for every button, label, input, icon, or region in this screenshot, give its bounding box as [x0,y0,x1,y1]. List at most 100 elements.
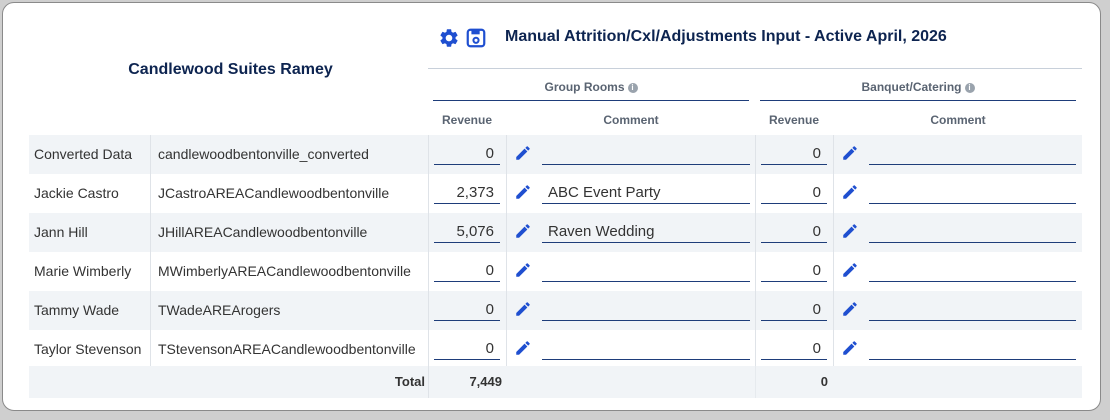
row-username: JCastroAREACandlewoodbentonville [158,185,390,201]
table-row: Marie Wimberly MWimberlyAREACandlewoodben… [29,252,1082,291]
bq-comment-input[interactable] [869,260,1076,282]
row-username: TStevensonAREACandlewoodbentonville [158,341,416,357]
page-title: Manual Attrition/Cxl/Adjustments Input -… [505,28,947,45]
bq-revenue-input[interactable]: 0 [761,221,827,243]
col-divider [506,213,507,252]
row-name: Tammy Wade [34,302,120,318]
table-row: Jann Hill JHillAREACandlewoodbentonville 5… [29,213,1082,252]
col-divider [506,291,507,330]
gr-revenue-input[interactable]: 5,076 [434,221,500,243]
gear-icon[interactable] [438,27,460,49]
bq-revenue-input[interactable]: 0 [761,338,827,360]
row-username: candlewoodbentonville_converted [158,146,369,162]
save-icon[interactable] [465,27,487,49]
col-divider [833,174,834,213]
row-name: Jann Hill [34,224,88,240]
gr-comment-input[interactable] [542,299,750,321]
bq-revenue-input[interactable]: 0 [761,299,827,321]
edit-pencil-icon[interactable] [841,300,859,318]
col-divider [755,330,756,369]
col-divider [755,213,756,252]
gr-revenue-input[interactable]: 0 [434,338,500,360]
edit-pencil-icon[interactable] [514,144,532,162]
title-divider [428,68,1082,69]
total-bq-revenue: 0 [820,374,828,389]
section-group-rooms-label: Group Rooms [544,80,625,94]
gr-comment-input[interactable]: Raven Wedding [542,221,750,243]
col-divider [150,174,151,213]
bq-revenue-input[interactable]: 0 [761,260,827,282]
hotel-name: Candlewood Suites Ramey [128,61,333,78]
edit-pencil-icon[interactable] [514,183,532,201]
gr-revenue-input[interactable]: 2,373 [434,182,500,204]
col-divider [833,213,834,252]
row-name: Converted Data [34,146,133,162]
table-row: Converted Data candlewoodbentonville_conv… [29,135,1082,174]
section-banquet: Banquet/Catering i [760,80,1076,96]
bq-comment-input[interactable] [869,143,1076,165]
bq-revenue-input[interactable]: 0 [761,143,827,165]
row-username: TWadeAREArogers [158,302,281,318]
section-banquet-label: Banquet/Catering [861,80,962,94]
col-divider [833,252,834,291]
col-divider [755,291,756,330]
edit-pencil-icon[interactable] [841,339,859,357]
gr-comment-input[interactable] [542,338,750,360]
col-divider [428,366,429,398]
col-divider [755,174,756,213]
edit-pencil-icon[interactable] [841,183,859,201]
row-name: Taylor Stevenson [34,341,142,357]
edit-pencil-icon[interactable] [514,339,532,357]
col-divider [506,252,507,291]
bq-comment-input[interactable] [869,299,1076,321]
col-divider [506,330,507,369]
edit-pencil-icon[interactable] [841,222,859,240]
group-rooms-underline [433,100,749,101]
table-row: Taylor Stevenson TStevensonAREACandlewood… [29,330,1082,369]
gr-comment-input[interactable]: ABC Event Party [542,182,750,204]
colhead-gr-revenue: Revenue [441,113,493,127]
section-group-rooms: Group Rooms i [433,80,749,96]
gr-revenue-input[interactable]: 0 [434,143,500,165]
row-username: MWimberlyAREACandlewoodbentonville [158,263,411,279]
bq-comment-input[interactable] [869,182,1076,204]
col-divider [150,291,151,330]
table-row: Jackie Castro JCastroAREACandlewoodbenton… [29,174,1082,213]
colhead-bq-revenue: Revenue [768,113,820,127]
edit-pencil-icon[interactable] [514,261,532,279]
col-divider [833,291,834,330]
info-icon[interactable]: i [627,83,638,93]
col-divider [150,135,151,174]
col-divider [755,252,756,291]
col-divider [428,135,429,174]
total-row: Total 7,449 0 [29,366,1082,398]
gr-revenue-input[interactable]: 0 [434,260,500,282]
total-gr-revenue: 7,449 [469,374,502,389]
col-divider [833,135,834,174]
gr-comment-input[interactable] [542,143,750,165]
colhead-bq-comment: Comment [930,113,986,127]
col-divider [506,135,507,174]
edit-pencil-icon[interactable] [514,222,532,240]
col-divider [150,330,151,369]
bq-comment-input[interactable] [869,338,1076,360]
col-divider [428,213,429,252]
edit-pencil-icon[interactable] [841,144,859,162]
colhead-gr-comment: Comment [603,113,659,127]
gr-revenue-input[interactable]: 0 [434,299,500,321]
gr-comment-input[interactable] [542,260,750,282]
col-divider [428,330,429,369]
edit-pencil-icon[interactable] [514,300,532,318]
col-divider [833,330,834,369]
bq-comment-input[interactable] [869,221,1076,243]
bq-revenue-input[interactable]: 0 [761,182,827,204]
col-divider [755,135,756,174]
row-name: Jackie Castro [34,185,119,201]
banquet-underline [760,100,1076,101]
adjustments-card: Candlewood Suites Ramey Manual Attrition… [2,2,1101,411]
info-icon[interactable]: i [964,83,975,93]
edit-pencil-icon[interactable] [841,261,859,279]
row-name: Marie Wimberly [34,263,132,279]
table-row: Tammy Wade TWadeAREArogers 0 0 [29,291,1082,330]
col-divider [506,174,507,213]
